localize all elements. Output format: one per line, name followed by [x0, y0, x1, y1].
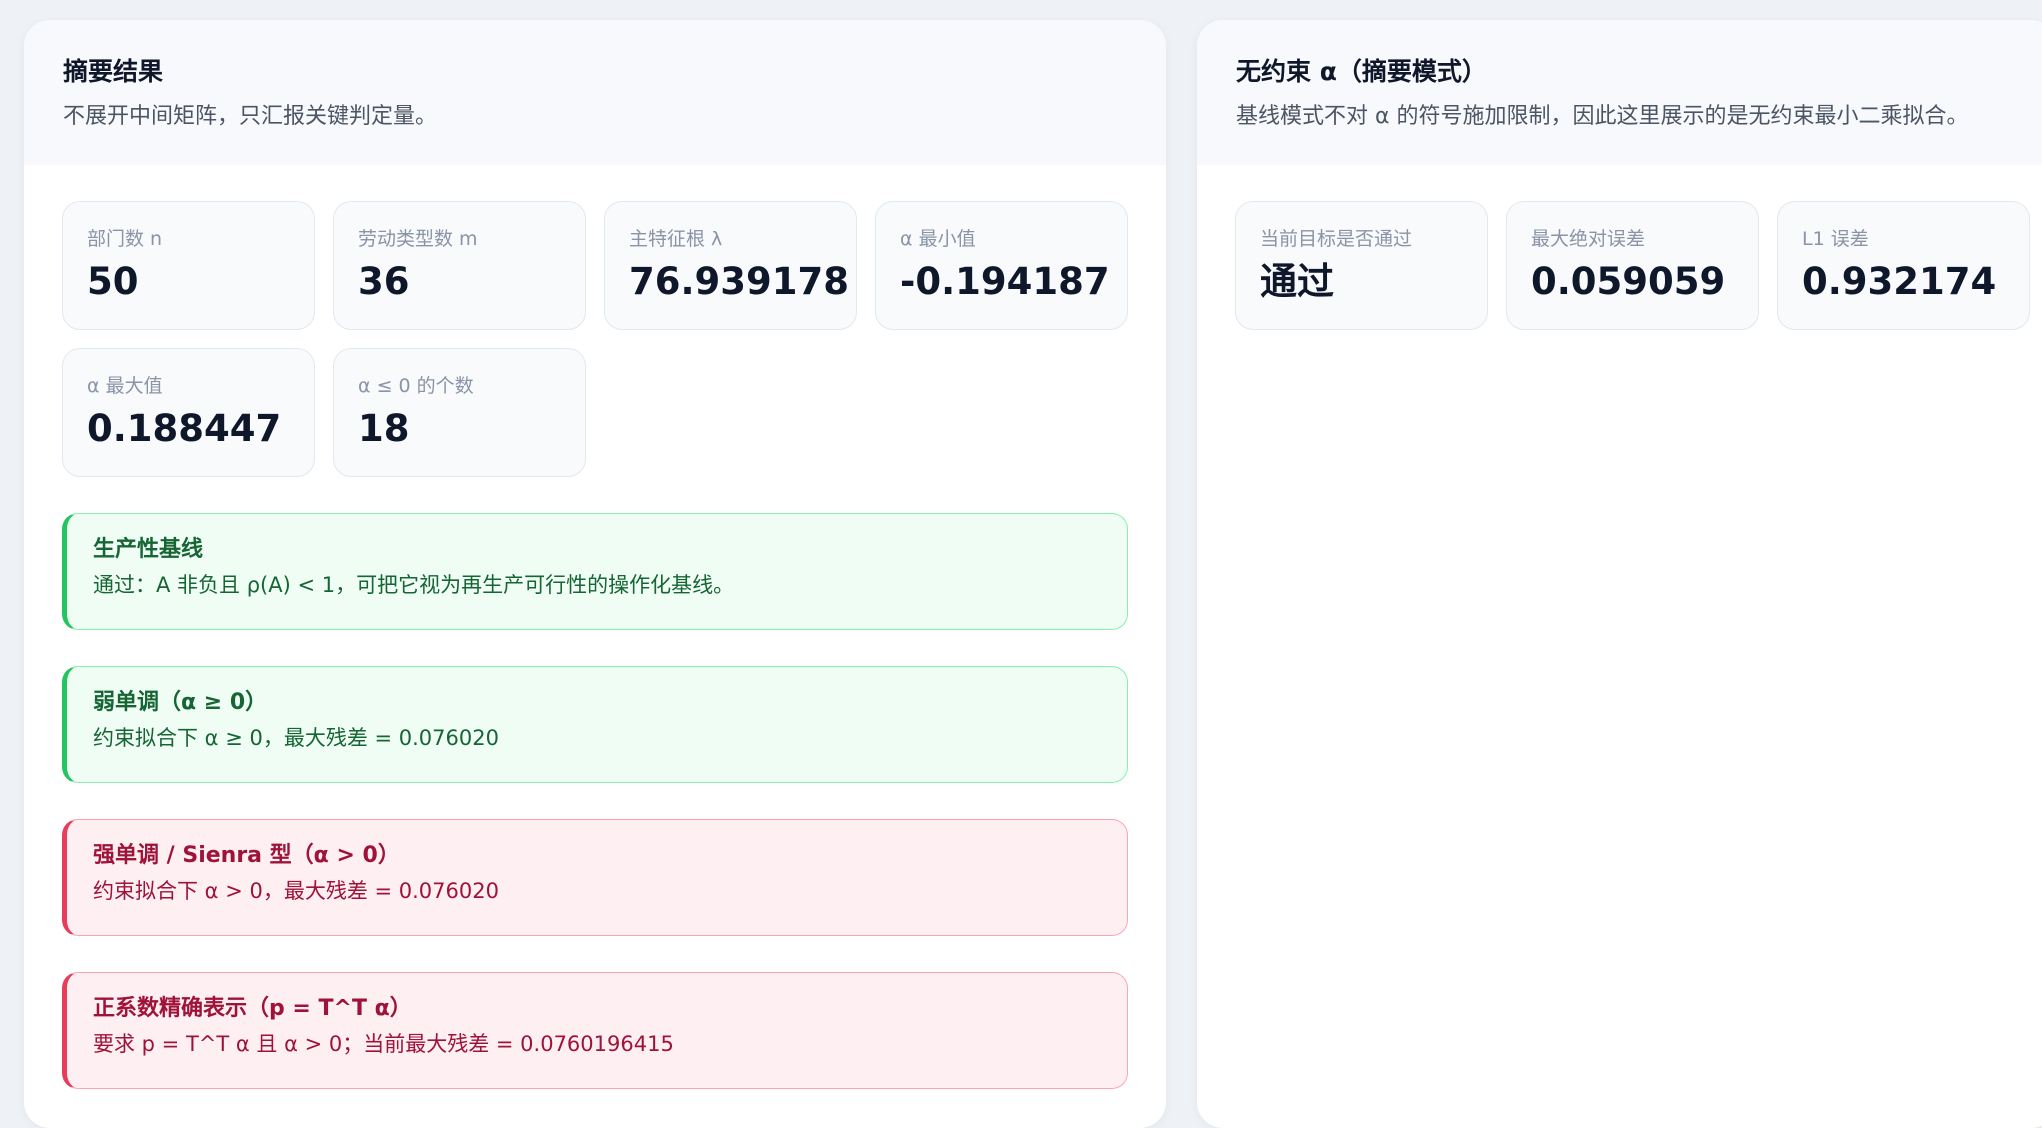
- stat-label: 主特征根 λ: [629, 228, 723, 250]
- stat-label: 劳动类型数 m: [358, 228, 478, 250]
- stat-value: -0.194187: [900, 259, 1110, 303]
- alert-text: 约束拟合下 α > 0，最大残差 = 0.076020: [93, 878, 499, 903]
- check-alert-productive-baseline: 生产性基线 通过：A 非负且 ρ(A) < 1，可把它视为再生产可行性的操作化基…: [62, 513, 1128, 630]
- stat-label: α 最大值: [87, 375, 163, 397]
- alert-text: 通过：A 非负且 ρ(A) < 1，可把它视为再生产可行性的操作化基线。: [93, 572, 735, 597]
- stat-value: 50: [87, 259, 139, 303]
- unconstrained-panel-subtitle: 基线模式不对 α 的符号施加限制，因此这里展示的是无约束最小二乘拟合。: [1236, 103, 1969, 129]
- stat-card-sector-count: 部门数 n 50: [62, 201, 315, 330]
- summary-stat-grid: 部门数 n 50 劳动类型数 m 36 主特征根 λ 76.939178 α 最…: [62, 201, 1128, 477]
- stat-value: 18: [358, 406, 410, 450]
- check-alert-list: 生产性基线 通过：A 非负且 ρ(A) < 1，可把它视为再生产可行性的操作化基…: [62, 513, 1128, 1089]
- summary-panel-header: 摘要结果 不展开中间矩阵，只汇报关键判定量。: [24, 20, 1166, 165]
- stat-card-l1-error: L1 误差 0.932174: [1777, 201, 2030, 330]
- alert-text: 要求 p = T^T α 且 α > 0；当前最大残差 = 0.07601964…: [93, 1031, 674, 1056]
- check-alert-exact-positive-representation: 正系数精确表示（p = T^T α） 要求 p = T^T α 且 α > 0；…: [62, 972, 1128, 1089]
- stat-value: 76.939178: [629, 259, 850, 303]
- unconstrained-panel-title: 无约束 α（摘要模式）: [1236, 57, 1487, 86]
- alert-title: 强单调 / Sienra 型（α > 0）: [93, 843, 400, 868]
- check-alert-strong-monotone: 强单调 / Sienra 型（α > 0） 约束拟合下 α > 0，最大残差 =…: [62, 819, 1128, 936]
- stat-label: α 最小值: [900, 228, 976, 250]
- stat-value: 通过: [1260, 259, 1334, 303]
- stat-value: 0.059059: [1531, 259, 1726, 303]
- stat-card-alpha-nonpositive-count: α ≤ 0 的个数 18: [333, 348, 586, 477]
- stat-card-max-abs-error: 最大绝对误差 0.059059: [1506, 201, 1759, 330]
- stat-card-target-passed: 当前目标是否通过 通过: [1235, 201, 1488, 330]
- summary-panel-subtitle: 不展开中间矩阵，只汇报关键判定量。: [63, 103, 438, 129]
- stat-label: 最大绝对误差: [1531, 228, 1646, 250]
- unconstrained-panel-body: 当前目标是否通过 通过 最大绝对误差 0.059059 L1 误差 0.9321…: [1197, 165, 2042, 330]
- unconstrained-panel-header: 无约束 α（摘要模式） 基线模式不对 α 的符号施加限制，因此这里展示的是无约束…: [1197, 20, 2042, 165]
- stat-card-alpha-min: α 最小值 -0.194187: [875, 201, 1128, 330]
- stat-card-dominant-eigenvalue: 主特征根 λ 76.939178: [604, 201, 857, 330]
- stat-label: 部门数 n: [87, 228, 163, 250]
- stat-label: L1 误差: [1802, 228, 1869, 250]
- summary-panel-body: 部门数 n 50 劳动类型数 m 36 主特征根 λ 76.939178 α 最…: [24, 165, 1166, 1089]
- stat-label: 当前目标是否通过: [1260, 228, 1413, 250]
- unconstrained-alpha-panel: 无约束 α（摘要模式） 基线模式不对 α 的符号施加限制，因此这里展示的是无约束…: [1197, 20, 2042, 1128]
- stat-card-alpha-max: α 最大值 0.188447: [62, 348, 315, 477]
- alert-title: 弱单调（α ≥ 0）: [93, 690, 268, 715]
- stat-card-labor-type-count: 劳动类型数 m 36: [333, 201, 586, 330]
- stat-value: 0.932174: [1802, 259, 1997, 303]
- summary-panel: 摘要结果 不展开中间矩阵，只汇报关键判定量。 部门数 n 50 劳动类型数 m …: [24, 20, 1166, 1128]
- unconstrained-stat-grid: 当前目标是否通过 通过 最大绝对误差 0.059059 L1 误差 0.9321…: [1235, 201, 2030, 330]
- alert-title: 生产性基线: [93, 537, 204, 562]
- stat-label: α ≤ 0 的个数: [358, 375, 474, 397]
- alert-text: 约束拟合下 α ≥ 0，最大残差 = 0.076020: [93, 725, 499, 750]
- stat-value: 36: [358, 259, 410, 303]
- stat-value: 0.188447: [87, 406, 282, 450]
- summary-panel-title: 摘要结果: [63, 57, 164, 86]
- alert-title: 正系数精确表示（p = T^T α）: [93, 996, 412, 1021]
- check-alert-weak-monotone: 弱单调（α ≥ 0） 约束拟合下 α ≥ 0，最大残差 = 0.076020: [62, 666, 1128, 783]
